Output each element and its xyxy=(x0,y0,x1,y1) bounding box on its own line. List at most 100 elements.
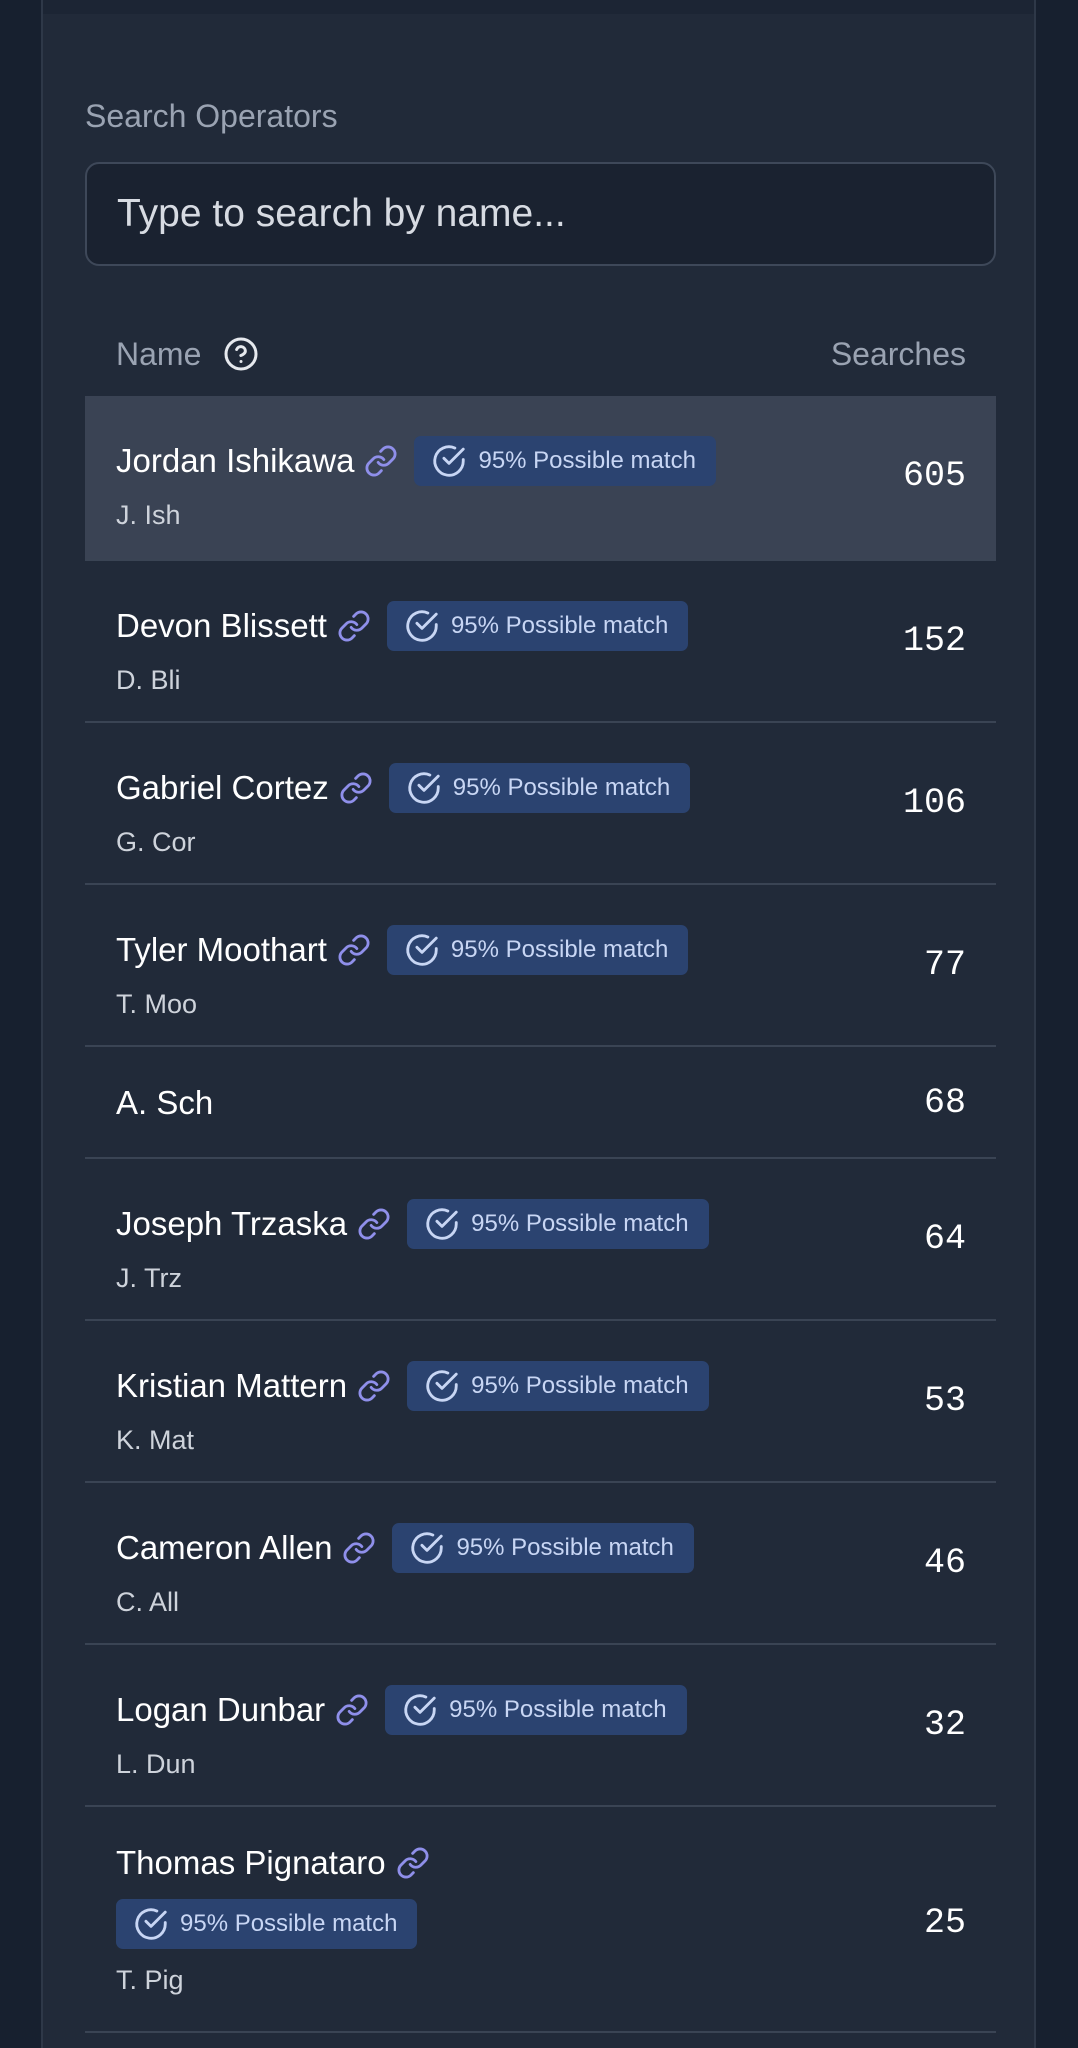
check-circle-icon xyxy=(135,1908,167,1940)
operator-alias: D. Bli xyxy=(116,665,181,695)
operator-alias: T. Moo xyxy=(116,989,198,1019)
operator-row[interactable]: Tyler Moothart 95% Possible match T. Moo… xyxy=(85,885,996,1047)
name-line: Cameron Allen 95% Possible match xyxy=(116,1523,694,1573)
link-icon[interactable] xyxy=(357,1369,391,1403)
check-circle-icon xyxy=(408,772,440,804)
section-title: Search Operators xyxy=(85,98,338,134)
match-badge: 95% Possible match xyxy=(407,1199,709,1249)
match-badge-label: 95% Possible match xyxy=(450,936,669,963)
operators-panel: Search Operators Name Searches Jordan Is… xyxy=(41,0,1036,2048)
name-line: Joseph Trzaska 95% Possible match xyxy=(116,1199,709,1249)
operator-row[interactable]: Jordan Ishikawa 95% Possible match J. Is… xyxy=(85,396,996,561)
match-badge-label: 95% Possible match xyxy=(450,612,669,639)
match-badge: 95% Possible match xyxy=(386,925,689,975)
operator-list: Jordan Ishikawa 95% Possible match J. Is… xyxy=(85,396,996,2033)
match-badge-label: 95% Possible match xyxy=(452,774,671,801)
operator-name[interactable]: Cameron Allen xyxy=(116,1528,332,1568)
question-circle-icon[interactable] xyxy=(223,336,259,372)
operator-name[interactable]: Joseph Trzaska xyxy=(116,1204,347,1244)
search-count: 25 xyxy=(923,1903,966,1943)
operator-row[interactable]: Gabriel Cortez 95% Possible match G. Cor… xyxy=(85,723,996,885)
link-icon[interactable] xyxy=(357,1207,391,1241)
name-line: Jordan Ishikawa 95% Possible match xyxy=(116,436,716,486)
name-column-label: Name xyxy=(116,336,202,372)
operator-row[interactable]: Devon Blissett 95% Possible match D. Bli… xyxy=(85,561,996,723)
operator-info: Devon Blissett 95% Possible match D. Bli xyxy=(116,601,689,697)
operator-alias: K. Mat xyxy=(116,1425,195,1455)
search-count: 605 xyxy=(902,456,966,496)
operator-name[interactable]: Tyler Moothart xyxy=(116,930,327,970)
operator-name[interactable]: Logan Dunbar xyxy=(116,1690,325,1730)
link-icon[interactable] xyxy=(364,444,398,478)
link-icon[interactable] xyxy=(337,933,371,967)
check-circle-icon xyxy=(404,1694,436,1726)
operator-info: Joseph Trzaska 95% Possible match J. Trz xyxy=(116,1199,709,1295)
operator-name[interactable]: Thomas Pignataro xyxy=(116,1843,386,1883)
name-line: Kristian Mattern 95% Possible match xyxy=(116,1361,709,1411)
panel-top-edge xyxy=(43,0,1034,14)
search-count: 152 xyxy=(902,621,966,661)
operator-alias: T. Pig xyxy=(116,1965,184,1995)
operator-info: Gabriel Cortez 95% Possible match G. Cor xyxy=(116,763,691,859)
name-line: Tyler Moothart 95% Possible match xyxy=(116,925,689,975)
name-line: Gabriel Cortez 95% Possible match xyxy=(116,763,691,813)
link-icon[interactable] xyxy=(335,1693,369,1727)
link-icon[interactable] xyxy=(396,1846,430,1880)
operator-info: Thomas Pignataro 95% Possible match T. Pi… xyxy=(116,1843,430,1997)
name-column-header[interactable]: Name xyxy=(116,334,259,374)
name-line: Devon Blissett 95% Possible match xyxy=(116,601,689,651)
operator-row[interactable]: Joseph Trzaska 95% Possible match J. Trz… xyxy=(85,1159,996,1321)
search-count: 32 xyxy=(923,1705,966,1745)
table-header: Name Searches xyxy=(85,318,996,388)
match-badge: 95% Possible match xyxy=(116,1899,418,1949)
check-circle-icon xyxy=(406,934,438,966)
operator-name[interactable]: Kristian Mattern xyxy=(116,1366,347,1406)
match-badge: 95% Possible match xyxy=(407,1361,709,1411)
match-badge: 95% Possible match xyxy=(414,436,716,486)
search-count: 77 xyxy=(923,945,966,985)
operator-name[interactable]: Jordan Ishikawa xyxy=(116,441,354,481)
search-count: 68 xyxy=(923,1083,966,1123)
match-badge-label: 95% Possible match xyxy=(471,1372,689,1399)
match-badge-label: 95% Possible match xyxy=(478,447,696,474)
operator-alias: J. Trz xyxy=(116,1263,182,1293)
operator-alias: C. All xyxy=(116,1587,180,1617)
operator-name[interactable]: Devon Blissett xyxy=(116,606,327,646)
operator-alias: L. Dun xyxy=(116,1749,196,1779)
operator-info: A. Sch xyxy=(116,1083,213,1123)
operator-row[interactable]: Logan Dunbar 95% Possible match L. Dun 3… xyxy=(85,1645,996,1807)
search-input[interactable] xyxy=(85,162,996,266)
match-badge-label: 95% Possible match xyxy=(449,1696,667,1723)
name-line: Logan Dunbar 95% Possible match xyxy=(116,1685,687,1735)
operator-info: Kristian Mattern 95% Possible match K. M… xyxy=(116,1361,709,1457)
match-badge-label: 95% Possible match xyxy=(471,1210,689,1237)
match-badge-label: 95% Possible match xyxy=(180,1910,398,1937)
operator-row[interactable]: Cameron Allen 95% Possible match C. All … xyxy=(85,1483,996,1645)
link-icon[interactable] xyxy=(337,609,371,643)
operator-row[interactable]: Thomas Pignataro 95% Possible match T. Pi… xyxy=(85,1807,996,2033)
link-icon[interactable] xyxy=(339,771,373,805)
operator-alias: G. Cor xyxy=(116,827,196,857)
link-icon[interactable] xyxy=(342,1531,376,1565)
operator-info: Jordan Ishikawa 95% Possible match J. Is… xyxy=(116,436,716,532)
operator-info: Tyler Moothart 95% Possible match T. Moo xyxy=(116,925,689,1021)
operator-row[interactable]: A. Sch 68 xyxy=(85,1047,996,1159)
check-circle-icon xyxy=(433,445,466,477)
searches-column-header[interactable]: Searches xyxy=(831,334,966,374)
match-badge-label: 95% Possible match xyxy=(456,1534,674,1561)
search-count: 53 xyxy=(923,1381,966,1421)
check-circle-icon xyxy=(426,1208,458,1240)
check-circle-icon xyxy=(406,610,438,642)
operator-alias: A. Sch xyxy=(116,1084,214,1121)
check-circle-icon xyxy=(411,1532,444,1564)
operator-alias: J. Ish xyxy=(116,500,181,530)
operator-info: Logan Dunbar 95% Possible match L. Dun xyxy=(116,1685,687,1781)
name-line: Thomas Pignataro xyxy=(116,1843,430,1883)
search-count: 46 xyxy=(923,1543,966,1583)
match-badge: 95% Possible match xyxy=(385,1685,687,1735)
operator-name[interactable]: Gabriel Cortez xyxy=(116,768,329,808)
check-circle-icon xyxy=(426,1370,458,1402)
operator-row[interactable]: Kristian Mattern 95% Possible match K. M… xyxy=(85,1321,996,1483)
operator-info: Cameron Allen 95% Possible match C. All xyxy=(116,1523,694,1619)
search-count: 106 xyxy=(902,783,966,823)
